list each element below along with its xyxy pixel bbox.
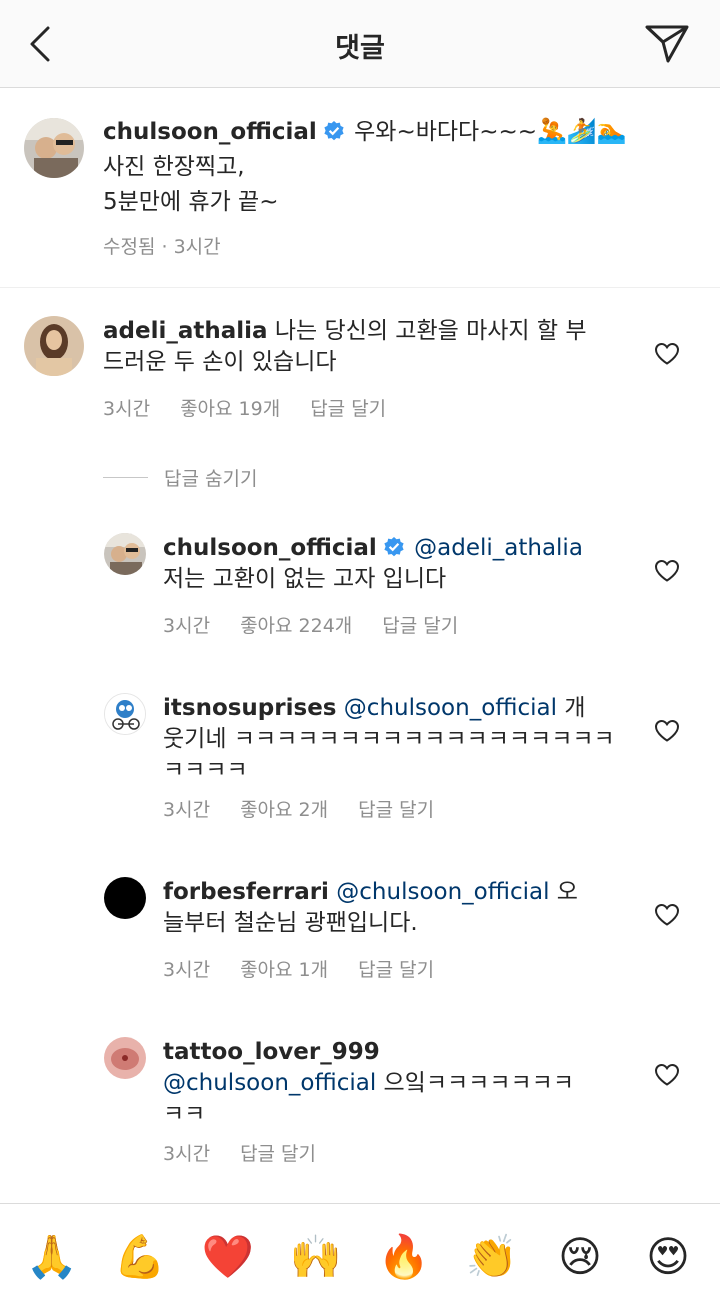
top-bar: 댓글 [0,0,720,88]
comment-line-2: 드러운 두 손이 있습니다 [103,349,337,375]
verified-badge-icon [384,537,404,557]
reply-line-1: 저는 고환이 없는 고자 입니다 [163,566,447,592]
emoji-heart-eyes-button[interactable]: 😍 [633,1235,703,1278]
caption-time: 3시간 [173,236,221,258]
comment-meta: 3시간 좋아요 19개 답글 달기 [103,394,416,421]
comment-time: 3시간 [103,398,151,420]
reply-meta: 3시간 좋아요 2개 답글 달기 [163,795,464,822]
caption-username[interactable]: chulsoon_official [103,119,317,145]
reply-line-2: 늘부터 철순님 광팬입니다. [163,910,418,936]
reply-button[interactable]: 답글 달기 [358,799,434,821]
caption-line-1: 우와~바다다~~~ [354,119,538,145]
reply-username[interactable]: tattoo_lover_999 [163,1039,380,1065]
reply-time: 3시간 [163,799,211,821]
emoji-raised-hands-button[interactable]: 🙌 [281,1235,351,1278]
comment-text: adeli_athalia 나는 당신의 고환을 마사지 할 부 드러운 두 손… [103,316,643,378]
like-count[interactable]: 좋아요 224개 [240,615,352,637]
heart-icon[interactable] [654,903,680,927]
reply-button[interactable]: 답글 달기 [382,615,458,637]
heart-icon[interactable] [654,342,680,366]
mention-link[interactable]: @chulsoon_official [163,1070,376,1096]
share-button[interactable] [642,20,692,68]
like-count[interactable]: 좋아요 1개 [240,959,328,981]
avatar[interactable] [104,877,146,919]
reply-meta: 3시간 좋아요 1개 답글 달기 [163,955,464,982]
reply-time: 3시간 [163,1143,211,1165]
reply-line-3: ㅋㅋ [163,1101,206,1127]
quick-emoji-bar: 🙏 💪 ❤️ 🙌 🔥 👏 😢 😍 [0,1203,720,1309]
reply-meta: 3시간 좋아요 224개 답글 달기 [163,611,488,638]
meta-separator: · [155,236,174,258]
caption-meta: 수정됨 · 3시간 [103,232,221,259]
direct-send-icon [645,25,689,63]
mention-link[interactable]: @chulsoon_official [344,695,557,721]
emoji-clap-button[interactable]: 👏 [457,1235,527,1278]
caption-text: chulsoon_official 우와~바다다~~~🤽🏄🏊 사진 한장찍고, … [103,114,683,220]
reply-line-2-tail: 으잌ㅋㅋㅋㅋㅋㅋㅋ [376,1070,574,1096]
reply-time: 3시간 [163,959,211,981]
divider [103,476,148,478]
post-caption: chulsoon_official 우와~바다다~~~🤽🏄🏊 사진 한장찍고, … [0,88,720,288]
caption-line-3: 5분만에 휴가 끝~ [103,189,279,215]
mention-link[interactable]: @chulsoon_official [336,879,549,905]
reply-text: tattoo_lover_999 @chulsoon_official 으잌ㅋㅋ… [163,1037,653,1130]
heart-icon[interactable] [654,559,680,583]
caption-line-2: 사진 한장찍고, [103,154,245,180]
reply-line-3: ㅋㅋㅋㅋ [163,757,248,783]
reply-button[interactable]: 답글 달기 [358,959,434,981]
reply-text: itsnosuprises @chulsoon_official 개 웃기네 ㅋ… [163,693,653,786]
hide-replies-toggle[interactable]: 답글 숨기기 [103,464,257,490]
avatar[interactable] [24,316,84,376]
verified-badge-icon [324,121,344,141]
reply-time: 3시간 [163,615,211,637]
reply-username[interactable]: chulsoon_official [163,535,377,561]
avatar[interactable] [104,1037,146,1079]
reply-meta: 3시간 답글 달기 [163,1139,346,1166]
reply-text: chulsoon_official @adeli_athalia 저는 고환이 … [163,533,653,595]
caption-emojis: 🤽🏄🏊 [537,117,627,145]
avatar[interactable] [104,693,146,735]
reply-button[interactable]: 답글 달기 [240,1143,316,1165]
like-count[interactable]: 좋아요 2개 [240,799,328,821]
mention-link[interactable]: @adeli_athalia [414,535,583,561]
comment-username[interactable]: adeli_athalia [103,318,268,344]
like-count[interactable]: 좋아요 19개 [180,398,280,420]
reply-line-2: 웃기네 ㅋㅋㅋㅋㅋㅋㅋㅋㅋㅋㅋㅋㅋㅋㅋㅋㅋㅋ [163,726,615,752]
heart-icon[interactable] [654,719,680,743]
emoji-heart-button[interactable]: ❤️ [193,1235,263,1278]
reply-username[interactable]: forbesferrari [163,879,329,905]
reply-line-1-tail: 오 [549,879,578,905]
reply-button[interactable]: 답글 달기 [310,398,386,420]
reply-username[interactable]: itsnosuprises [163,695,336,721]
page-title: 댓글 [335,33,385,64]
hide-replies-label: 답글 숨기기 [164,467,258,490]
emoji-crying-button[interactable]: 😢 [545,1235,615,1278]
emoji-pray-button[interactable]: 🙏 [17,1235,87,1278]
comment-line-1: 나는 당신의 고환을 마사지 할 부 [274,318,587,344]
edited-label: 수정됨 [103,236,156,258]
reply-line-1-tail: 개 [557,695,586,721]
emoji-fire-button[interactable]: 🔥 [369,1235,439,1278]
avatar[interactable] [24,118,84,178]
reply-text: forbesferrari @chulsoon_official 오 늘부터 철… [163,877,653,939]
emoji-muscle-button[interactable]: 💪 [105,1235,175,1278]
avatar[interactable] [104,533,146,575]
heart-icon[interactable] [654,1063,680,1087]
